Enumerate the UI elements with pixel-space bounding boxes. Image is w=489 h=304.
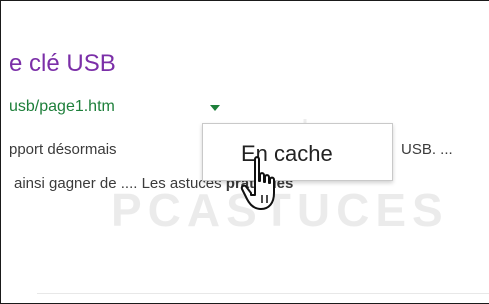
result-snippet-line1-end: USB. ... [401,141,453,158]
search-result-panel: e clé USB usb/page1.htm PCASTUCES pport … [0,0,489,304]
result-title-link[interactable]: e clé USB [9,49,116,79]
result-snippet-line1: pport désormais [9,141,117,158]
triangle-down-icon[interactable] [210,105,220,111]
snippet-text: ainsi gagner de .... Les astuces [14,175,226,192]
hand-pointer-icon [240,156,275,210]
result-url: usb/page1.htm [9,98,115,115]
cache-context-menu: En cache [202,123,393,181]
divider [37,293,489,294]
